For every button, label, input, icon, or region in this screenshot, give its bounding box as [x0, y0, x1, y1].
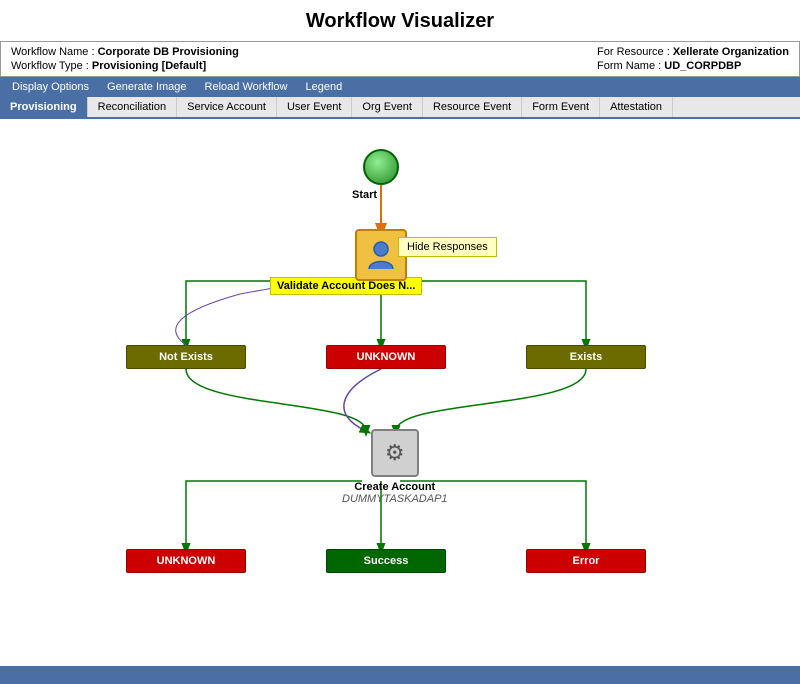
create-account-area: ⚙ Create Account DUMMYTASKADAP1: [342, 429, 448, 505]
menu-reload-workflow[interactable]: Reload Workflow: [197, 79, 296, 95]
for-resource-value: Xellerate Organization: [673, 46, 789, 58]
box-error[interactable]: Error: [526, 549, 646, 573]
info-left: Workflow Name : Corporate DB Provisionin…: [11, 46, 239, 72]
menu-generate-image[interactable]: Generate Image: [99, 79, 195, 95]
info-bar: Workflow Name : Corporate DB Provisionin…: [0, 41, 800, 77]
box-unknown1[interactable]: UNKNOWN: [326, 345, 446, 369]
box-not-exists[interactable]: Not Exists: [126, 345, 246, 369]
workflow-type-row: Workflow Type : Provisioning [Default]: [11, 60, 239, 72]
node-start: [363, 149, 399, 185]
menu-legend[interactable]: Legend: [298, 79, 351, 95]
bottom-bar: [0, 666, 800, 684]
start-label: Start: [352, 189, 377, 201]
info-right: For Resource : Xellerate Organization Fo…: [597, 46, 789, 72]
tab-provisioning[interactable]: Provisioning: [0, 97, 88, 117]
menu-bar: Display Options Generate Image Reload Wo…: [0, 77, 800, 97]
form-name-label: Form Name :: [597, 60, 661, 72]
tooltip-hide-responses[interactable]: Hide Responses: [398, 237, 497, 257]
create-account-label: Create Account: [354, 481, 435, 493]
box-exists[interactable]: Exists: [526, 345, 646, 369]
tab-resource-event[interactable]: Resource Event: [423, 97, 522, 117]
create-account-sublabel: DUMMYTASKADAP1: [342, 493, 448, 505]
app-wrapper: Workflow Visualizer Workflow Name : Corp…: [0, 0, 800, 684]
tab-form-event[interactable]: Form Event: [522, 97, 600, 117]
box-success[interactable]: Success: [326, 549, 446, 573]
gear-icon[interactable]: ⚙: [371, 429, 419, 477]
form-name-value: UD_CORPDBP: [664, 60, 741, 72]
tab-org-event[interactable]: Org Event: [352, 97, 423, 117]
workflow-type-value: Provisioning [Default]: [92, 60, 206, 72]
workflow-name-row: Workflow Name : Corporate DB Provisionin…: [11, 46, 239, 58]
tab-bar: Provisioning Reconciliation Service Acco…: [0, 97, 800, 119]
workflow-canvas: Start Validate Account Does N... Hide Re…: [0, 119, 800, 666]
tab-user-event[interactable]: User Event: [277, 97, 352, 117]
workflow-name-value: Corporate DB Provisioning: [98, 46, 239, 58]
tab-attestation[interactable]: Attestation: [600, 97, 673, 117]
for-resource-row: For Resource : Xellerate Organization: [597, 46, 789, 58]
menu-display-options[interactable]: Display Options: [4, 79, 97, 95]
workflow-type-label: Workflow Type :: [11, 60, 89, 72]
for-resource-label: For Resource :: [597, 46, 670, 58]
person-icon: [363, 237, 399, 273]
box-unknown2[interactable]: UNKNOWN: [126, 549, 246, 573]
form-name-row: Form Name : UD_CORPDBP: [597, 60, 789, 72]
tab-reconciliation[interactable]: Reconciliation: [88, 97, 177, 117]
page-title: Workflow Visualizer: [0, 0, 800, 41]
arrows-svg: [0, 119, 800, 666]
workflow-name-label: Workflow Name :: [11, 46, 95, 58]
tab-service-account[interactable]: Service Account: [177, 97, 277, 117]
